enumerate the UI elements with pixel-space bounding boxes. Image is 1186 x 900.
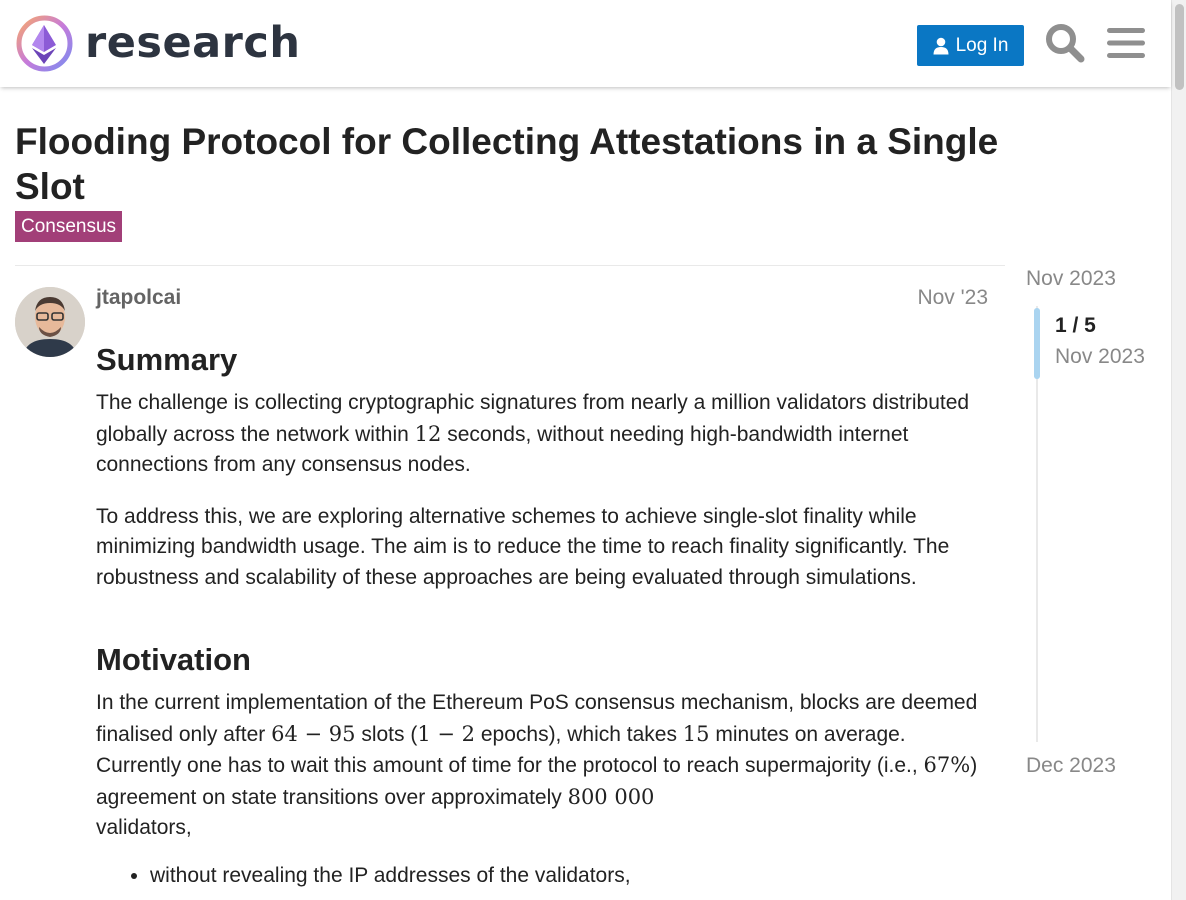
text: slots (	[355, 722, 418, 746]
avatar[interactable]	[15, 287, 85, 357]
avatar-image	[15, 287, 85, 357]
post-author[interactable]: jtapolcai	[96, 286, 181, 310]
paragraph: To address this, we are exploring altern…	[96, 504, 950, 589]
timeline-start-date[interactable]: Nov 2023	[1026, 267, 1116, 291]
scrollbar-thumb[interactable]	[1175, 4, 1184, 90]
login-button[interactable]: Log In	[917, 25, 1024, 66]
heading-summary: Summary	[96, 342, 238, 377]
post-body: Summary The challenge is collecting cryp…	[96, 338, 988, 891]
list-item: without revealing the IP addresses of th…	[150, 861, 988, 892]
math-value: 67%	[923, 753, 971, 777]
paragraph: The challenge is collecting cryptographi…	[96, 388, 988, 481]
math-value: 15	[682, 721, 710, 746]
text: epochs), which takes	[475, 722, 683, 746]
user-icon	[933, 37, 949, 55]
text: validators,	[96, 816, 192, 839]
divider	[15, 265, 1005, 266]
logo-text: research	[85, 18, 301, 68]
timeline-end-date[interactable]: Dec 2023	[1026, 754, 1116, 778]
heading-motivation: Motivation	[96, 642, 251, 677]
site-logo[interactable]: research	[16, 15, 300, 72]
timeline-scroll-handle[interactable]	[1034, 308, 1040, 379]
timeline-position: 1 / 5	[1055, 314, 1096, 337]
hamburger-menu-icon	[1107, 28, 1145, 58]
bullet-list: without revealing the IP addresses of th…	[150, 861, 988, 892]
math-value: 12	[414, 421, 442, 446]
ethereum-logo-icon	[16, 15, 73, 72]
category-badge[interactable]: Consensus	[15, 211, 123, 242]
hamburger-menu-button[interactable]	[1106, 22, 1146, 64]
math-value: 800 000	[567, 784, 655, 809]
post-date[interactable]: Nov '23	[917, 286, 988, 310]
search-button[interactable]	[1044, 22, 1086, 64]
math-value: 64 − 95	[271, 721, 356, 746]
site-header: research Log In	[0, 0, 1171, 87]
math-value: 1 − 2	[417, 721, 476, 746]
login-label: Log In	[955, 34, 1009, 56]
search-icon	[1046, 24, 1085, 63]
vertical-scrollbar[interactable]	[1171, 0, 1186, 900]
timeline-current-date: Nov 2023	[1055, 345, 1145, 368]
paragraph: In the current implementation of the Eth…	[96, 688, 988, 844]
topic-title[interactable]: Flooding Protocol for Collecting Attesta…	[15, 119, 1055, 209]
